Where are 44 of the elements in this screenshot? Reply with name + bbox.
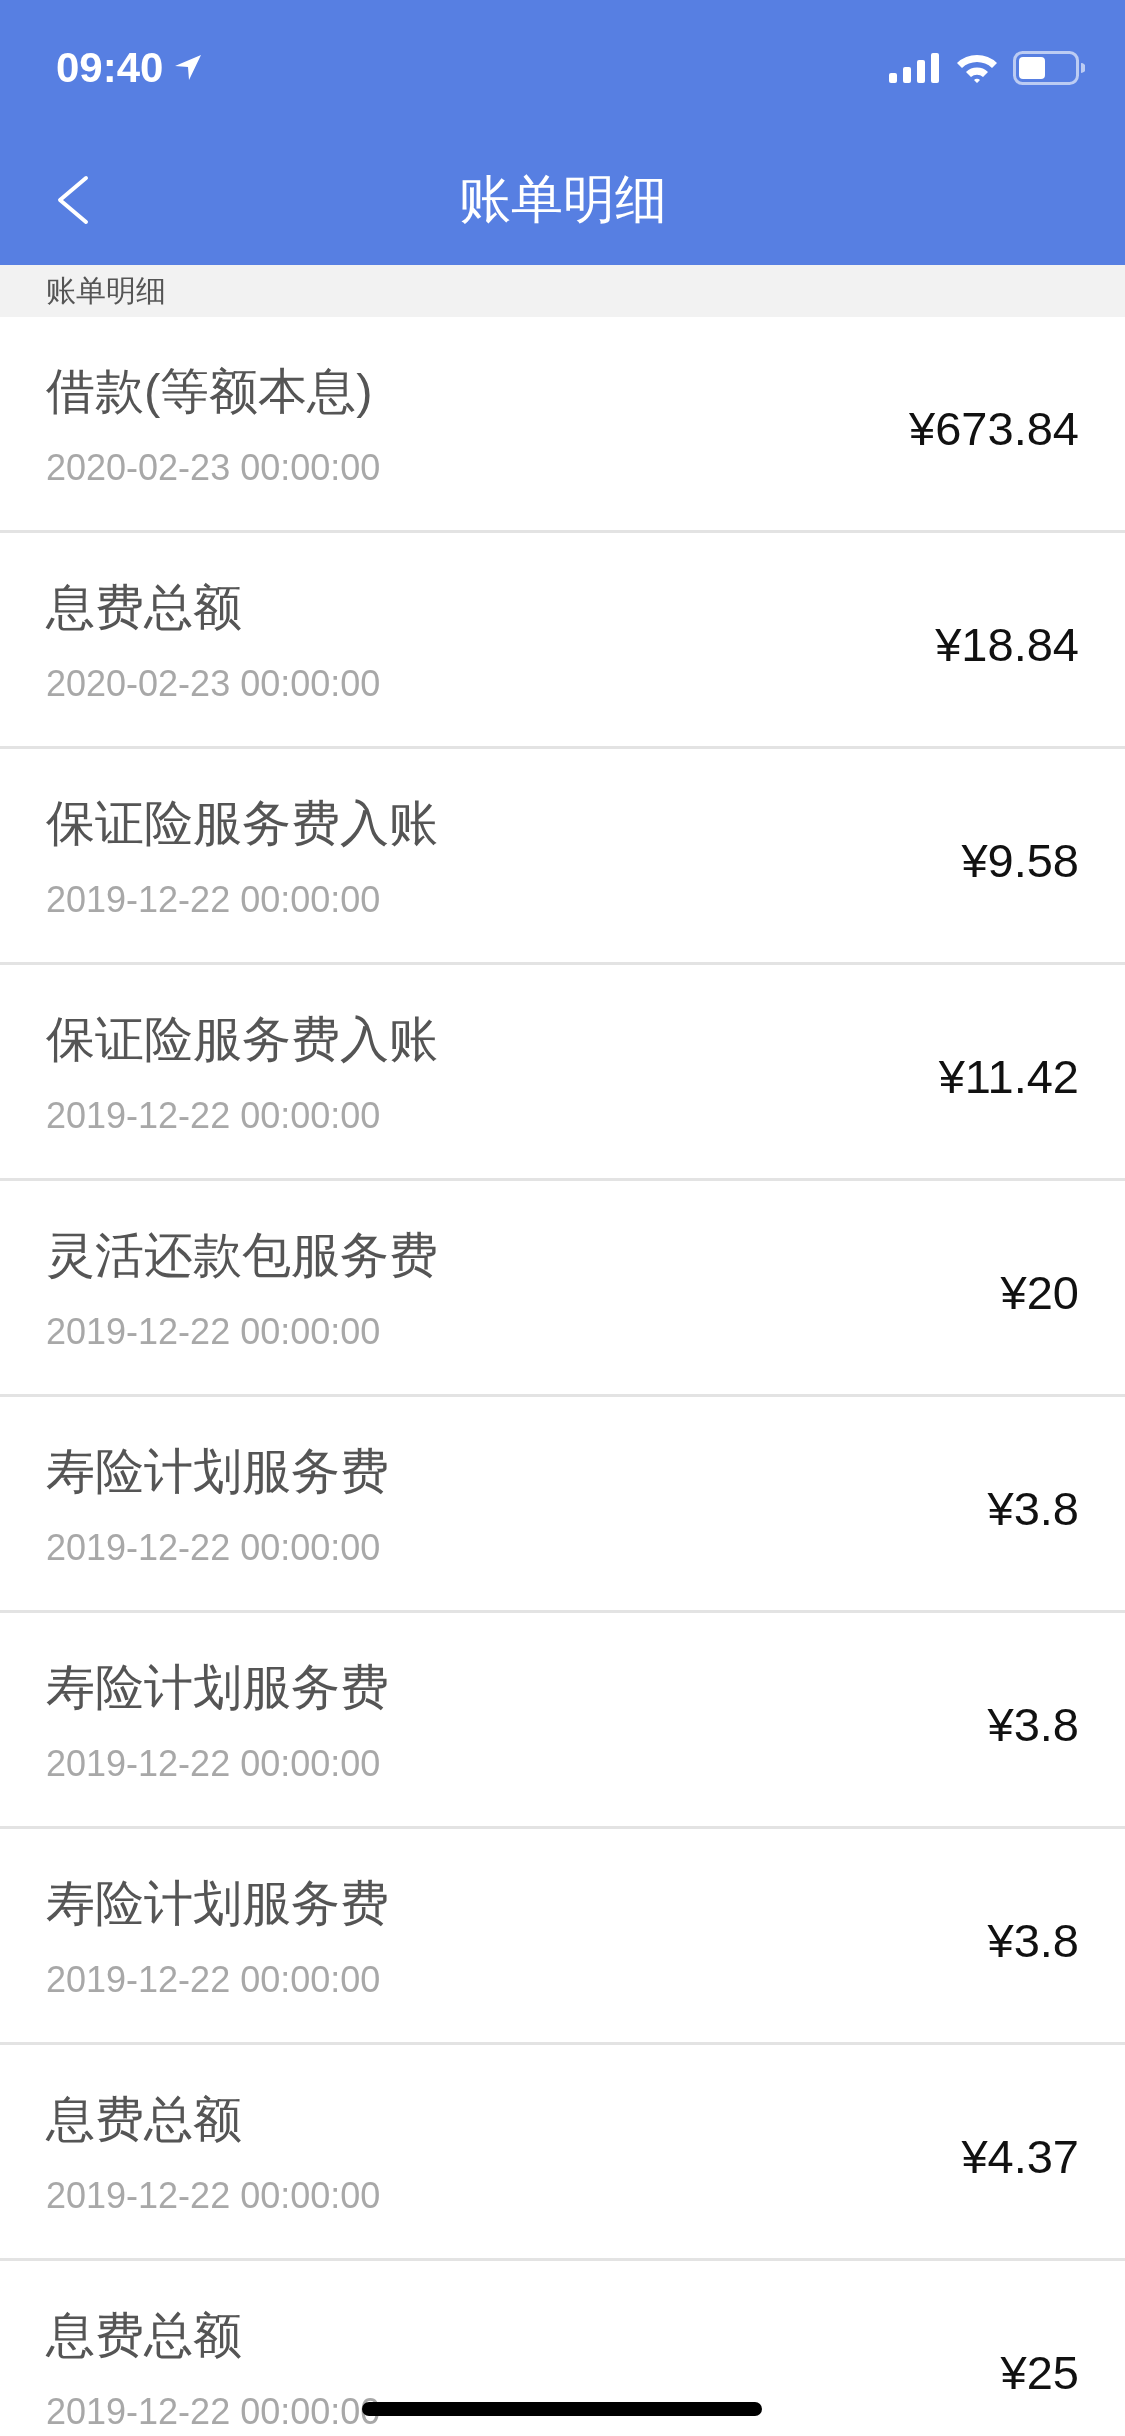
bill-time: 2020-02-23 00:00:00 — [46, 446, 381, 489]
bill-amount: ¥4.37 — [961, 2129, 1079, 2184]
bill-item[interactable]: 借款(等额本息) 2020-02-23 00:00:00 ¥673.84 — [0, 317, 1125, 533]
bill-name: 息费总额 — [46, 578, 243, 636]
bill-name: 息费总额 — [46, 2306, 243, 2364]
bill-amount: ¥673.84 — [909, 401, 1079, 456]
bill-time: 2019-12-22 00:00:00 — [46, 1742, 382, 1785]
bill-amount: ¥20 — [1000, 1265, 1079, 1320]
bill-name: 灵活还款包服务费 — [46, 1226, 438, 1284]
bill-item[interactable]: 寿险计划服务费 2019-12-22 00:00:00 ¥3.8 — [0, 1829, 1125, 2045]
bill-item[interactable]: 寿险计划服务费 2019-12-22 00:00:00 ¥3.8 — [0, 1397, 1125, 1613]
bill-amount: ¥25 — [1000, 2345, 1079, 2400]
bill-time: 2019-12-22 00:00:00 — [46, 1094, 382, 1137]
battery-icon — [1013, 50, 1085, 85]
bill-amount: ¥3.8 — [987, 1697, 1079, 1752]
bill-time: 2019-12-22 00:00:00 — [46, 1310, 382, 1353]
bill-name: 寿险计划服务费 — [46, 1658, 389, 1716]
bill-name: 寿险计划服务费 — [46, 1442, 389, 1500]
bill-item[interactable]: 寿险计划服务费 2019-12-22 00:00:00 ¥3.8 — [0, 1613, 1125, 1829]
bill-time: 2019-12-22 00:00:00 — [46, 2174, 381, 2217]
page-title: 账单明细 — [458, 168, 667, 231]
bill-amount: ¥3.8 — [987, 1481, 1079, 1536]
bill-time: 2019-12-22 00:00:00 — [46, 878, 382, 921]
bill-name: 寿险计划服务费 — [46, 1874, 389, 1932]
back-icon — [56, 175, 90, 225]
bill-time: 2019-12-22 00:00:00 — [46, 1526, 382, 1569]
bill-time: 2020-02-23 00:00:00 — [46, 662, 381, 705]
bill-item[interactable]: 保证险服务费入账 2019-12-22 00:00:00 ¥9.58 — [0, 749, 1125, 965]
bill-name: 借款(等额本息) — [46, 362, 374, 420]
bill-amount: ¥18.84 — [935, 617, 1079, 672]
signal-icon — [889, 52, 941, 83]
bill-name: 保证险服务费入账 — [46, 1010, 438, 1068]
section-title: 账单明细 — [46, 272, 166, 309]
bill-amount: ¥3.8 — [987, 1913, 1079, 1968]
bill-time: 2019-12-22 00:00:00 — [46, 1958, 382, 2001]
bill-amount: ¥9.58 — [961, 833, 1079, 888]
status-time: 09:40 — [56, 43, 164, 92]
bill-amount: ¥11.42 — [938, 1049, 1079, 1104]
bill-item[interactable]: 灵活还款包服务费 2019-12-22 00:00:00 ¥20 — [0, 1181, 1125, 1397]
bill-item[interactable]: 息费总额 2019-12-22 00:00:00 ¥4.37 — [0, 2045, 1125, 2261]
bill-name: 保证险服务费入账 — [46, 794, 438, 852]
bill-name: 息费总额 — [46, 2090, 243, 2148]
bill-item[interactable]: 保证险服务费入账 2019-12-22 00:00:00 ¥11.42 — [0, 965, 1125, 1181]
bill-item[interactable]: 息费总额 2020-02-23 00:00:00 ¥18.84 — [0, 533, 1125, 749]
